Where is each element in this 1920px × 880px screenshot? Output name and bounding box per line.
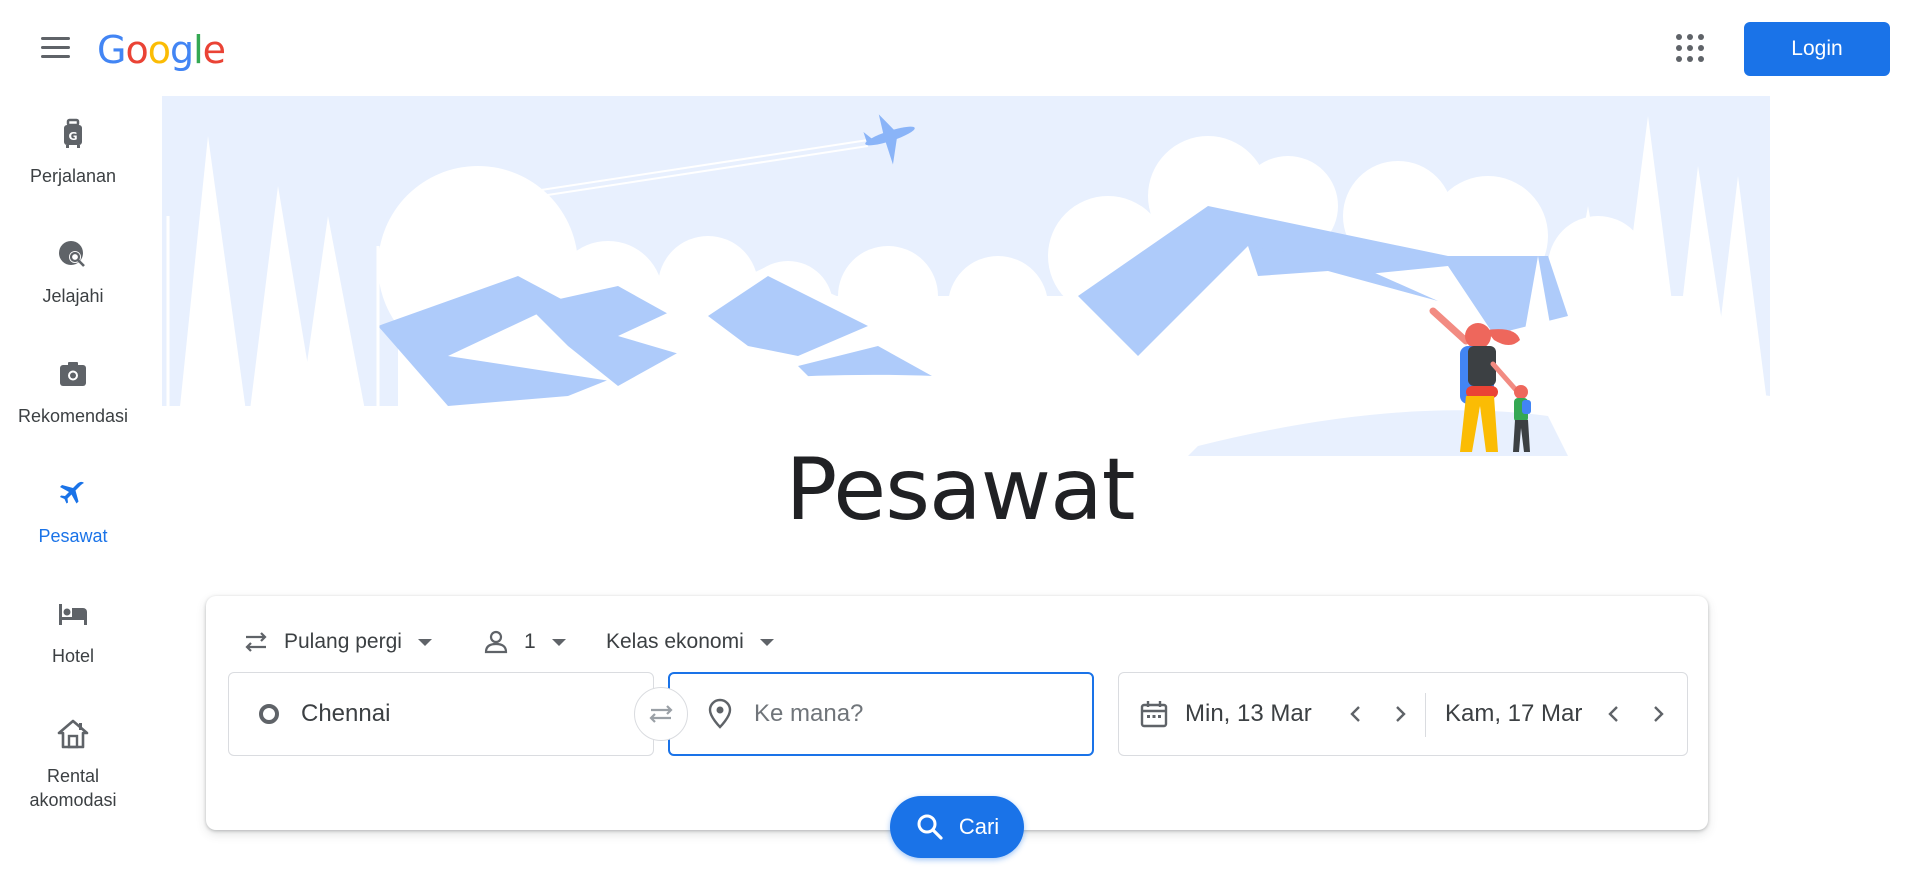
chevron-right-icon [1396, 706, 1406, 722]
chevron-left-icon [1608, 706, 1618, 722]
person-icon [484, 630, 508, 654]
return-date-value: Kam, 17 Mar [1445, 700, 1583, 727]
return-prev-button[interactable] [1599, 699, 1629, 729]
depart-prev-button[interactable] [1341, 699, 1371, 729]
nav-label-line2: akomodasi [29, 790, 117, 810]
passenger-dropdown[interactable]: 1 [482, 618, 566, 666]
google-logo[interactable]: Google [97, 28, 226, 72]
chevron-down-icon [551, 638, 566, 646]
camera-icon [60, 362, 86, 386]
page-title: Pesawat [785, 440, 1136, 540]
travel-explore-icon [59, 241, 85, 267]
return-date-field[interactable]: Kam, 17 Mar [1445, 673, 1605, 755]
swap-horiz-icon [245, 632, 267, 652]
return-next-button[interactable] [1643, 699, 1673, 729]
hero-illustration [148, 96, 1770, 456]
destination-field[interactable]: Ke mana? [668, 672, 1094, 756]
bed-icon [59, 604, 87, 625]
chevron-down-icon [417, 638, 432, 646]
destination-placeholder: Ke mana? [754, 700, 864, 727]
swap-icon [649, 705, 673, 723]
apps-icon[interactable] [1676, 34, 1704, 62]
cabin-class-dropdown[interactable]: Kelas ekonomi [606, 618, 774, 666]
chevron-right-icon [1654, 706, 1664, 722]
location-pin-icon [708, 698, 732, 729]
search-button-label: Cari [958, 814, 1000, 839]
trip-type-dropdown[interactable]: Pulang pergi [242, 618, 432, 666]
nav-label: Rekomendasi [17, 406, 129, 426]
top-bar: Google Login [0, 0, 1920, 96]
depart-next-button[interactable] [1385, 699, 1415, 729]
search-button[interactable]: Cari [890, 796, 1024, 858]
nav-item-rental-akomodasi[interactable]: Rental akomodasi [0, 700, 146, 820]
swap-locations-button[interactable] [634, 687, 688, 741]
luggage-icon: G [64, 118, 82, 148]
nav-label: Jelajahi [42, 286, 104, 306]
trip-type-value: Pulang pergi [284, 630, 402, 653]
origin-value: Chennai [301, 700, 391, 727]
nav-item-rekomendasi[interactable]: Rekomendasi [0, 340, 146, 440]
chevron-left-icon [1350, 706, 1360, 722]
date-range-field: Min, 13 Mar Kam, 17 Mar [1118, 672, 1688, 756]
nav-label: Perjalanan [29, 166, 117, 186]
svg-text:G: G [68, 130, 77, 143]
search-icon [917, 814, 943, 840]
nav-label: Hotel [51, 646, 95, 666]
origin-field[interactable]: Chennai [228, 672, 654, 756]
login-button[interactable]: Login [1744, 22, 1890, 76]
depart-date-value: Min, 13 Mar [1185, 700, 1312, 727]
calendar-icon [1140, 701, 1168, 728]
chevron-down-icon [759, 638, 774, 646]
house-icon [57, 719, 89, 749]
date-divider [1425, 693, 1426, 737]
passenger-count: 1 [524, 630, 536, 653]
nav-item-jelajahi[interactable]: Jelajahi [0, 220, 146, 320]
menu-icon[interactable] [30, 28, 78, 68]
cabin-class-value: Kelas ekonomi [606, 630, 744, 653]
nav-item-hotel[interactable]: Hotel [0, 580, 146, 680]
nav-label: Rental [46, 766, 100, 786]
origin-circle-icon [259, 704, 279, 724]
flight-search-card: Pulang pergi 1 Kelas ekonomi Chennai Ke … [206, 596, 1708, 830]
nav-item-perjalanan[interactable]: G Perjalanan [0, 100, 146, 200]
